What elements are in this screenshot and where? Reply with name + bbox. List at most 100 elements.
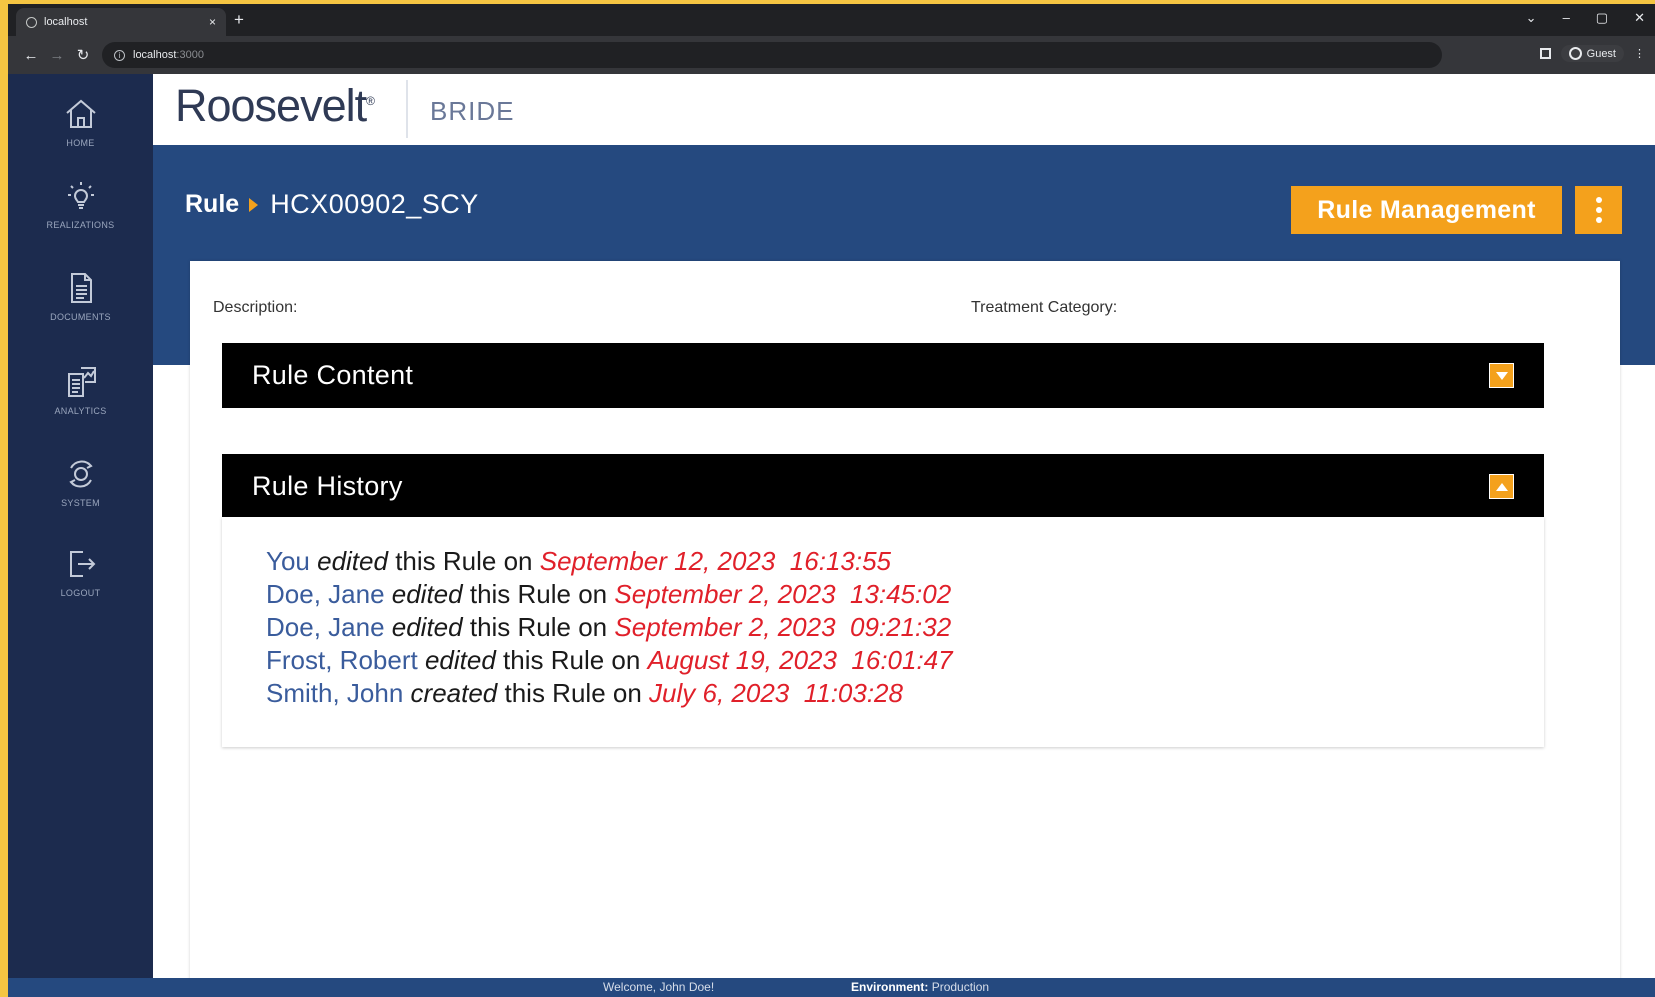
history-timestamp: September 12, 2023 16:13:55 [539, 546, 892, 576]
browser-chrome: localhost × + ⌄ – ▢ ✕ ← → ↻ i localhost … [8, 4, 1655, 74]
url-host: localhost [133, 49, 177, 61]
kebab-dot [1595, 217, 1602, 223]
list-item: Frost, Robert edited this Rule on August… [266, 644, 1544, 677]
lightbulb-icon [67, 182, 94, 209]
back-icon[interactable]: ← [18, 47, 44, 64]
section-title: Rule Content [252, 360, 414, 390]
reload-icon[interactable]: ↻ [70, 46, 96, 64]
description-label: Description: [213, 299, 298, 316]
history-text: this Rule on [503, 645, 641, 675]
history-timestamp: September 2, 2023 13:45:02 [614, 579, 952, 609]
list-item: Doe, Jane edited this Rule on September … [266, 611, 1544, 644]
logo-text: Roosevelt [175, 80, 367, 131]
restore-icon[interactable]: ▢ [1596, 10, 1608, 26]
browser-tab[interactable]: localhost × [16, 8, 226, 36]
history-user[interactable]: Doe, Jane [266, 579, 385, 609]
rule-management-button[interactable]: Rule Management [1291, 186, 1562, 234]
sidebar: HOME REALIZATIONS DOCUMENTS ANALYTICS SY… [8, 74, 153, 997]
history-action: edited [391, 612, 463, 642]
history-text: this Rule on [504, 678, 642, 708]
system-icon [68, 460, 93, 488]
new-tab-button[interactable]: + [234, 10, 244, 30]
url-port: :3000 [176, 49, 204, 61]
profile-button[interactable]: Guest [1560, 45, 1624, 62]
kebab-dot [1595, 207, 1602, 213]
sidebar-item-label: DOCUMENTS [50, 312, 111, 322]
analytics-icon [67, 367, 96, 397]
rule-content-header[interactable]: Rule Content [222, 343, 1544, 408]
more-options-button[interactable] [1575, 186, 1622, 234]
side-panel-icon[interactable] [1539, 48, 1551, 59]
tab-strip: localhost × + ⌄ – ▢ ✕ [8, 4, 1655, 36]
history-timestamp: September 2, 2023 09:21:32 [614, 612, 952, 642]
browser-menu-icon[interactable]: ⋮ [1634, 47, 1645, 60]
breadcrumb: Rule HCX00902_SCY [185, 189, 479, 220]
profile-label: Guest [1586, 47, 1616, 60]
sidebar-item-label: LOGOUT [60, 588, 101, 598]
section-title: Rule History [252, 471, 403, 501]
browser-toolbar: ← → ↻ i localhost :3000 Guest ⋮ [8, 36, 1655, 74]
sidebar-item-documents[interactable]: DOCUMENTS [8, 270, 153, 350]
sidebar-item-label: REALIZATIONS [46, 220, 115, 230]
history-user[interactable]: You [266, 546, 310, 576]
forward-icon[interactable]: → [44, 47, 70, 64]
logout-icon [69, 551, 95, 577]
collapse-icon[interactable] [1489, 474, 1514, 499]
history-timestamp: August 19, 2023 16:01:47 [647, 645, 953, 675]
sidebar-item-logout[interactable]: LOGOUT [8, 546, 153, 626]
minimize-icon[interactable]: – [1563, 10, 1570, 26]
tab-search-icon[interactable]: ⌄ [1526, 10, 1537, 26]
history-user[interactable]: Frost, Robert [266, 645, 418, 675]
environment-status: Environment: Production [851, 980, 989, 994]
toolbar-right: Guest ⋮ [1539, 45, 1645, 62]
history-text: this Rule on [469, 579, 608, 609]
sidebar-item-system[interactable]: SYSTEM [8, 456, 153, 536]
history-text: this Rule on [395, 546, 533, 576]
environment-label: Environment: [851, 980, 929, 994]
status-footer: Welcome, John Doe! Environment: Producti… [8, 978, 1655, 997]
history-action: edited [424, 645, 496, 675]
home-icon [65, 99, 96, 128]
app-header: Roosevelt® BRIDE [153, 74, 1655, 145]
expand-icon[interactable] [1489, 363, 1514, 388]
avatar-icon [1568, 47, 1582, 60]
welcome-text: Welcome, John Doe! [603, 980, 715, 994]
page-title: HCX00902_SCY [270, 189, 479, 219]
sidebar-item-home[interactable]: HOME [8, 96, 153, 176]
caret-up-icon [1495, 482, 1508, 491]
history-action: edited [317, 546, 388, 576]
treatment-category-label: Treatment Category: [971, 299, 1118, 316]
window-controls: ⌄ – ▢ ✕ [1526, 10, 1645, 26]
breadcrumb-arrow-icon [249, 197, 259, 212]
history-user[interactable]: Smith, John [266, 678, 403, 708]
sidebar-item-label: SYSTEM [61, 498, 100, 508]
list-item: Smith, John created this Rule on July 6,… [266, 677, 1544, 710]
sidebar-item-analytics[interactable]: ANALYTICS [8, 364, 153, 444]
globe-icon [26, 16, 37, 28]
history-user[interactable]: Doe, Jane [266, 612, 385, 642]
document-icon [70, 273, 92, 303]
site-info-icon[interactable]: i [114, 49, 125, 61]
environment-value: Production [931, 980, 990, 994]
close-window-icon[interactable]: ✕ [1634, 10, 1645, 26]
sidebar-item-realizations[interactable]: REALIZATIONS [8, 178, 153, 258]
history-action: created [410, 678, 498, 708]
history-action: edited [391, 579, 463, 609]
sidebar-item-label: ANALYTICS [54, 406, 107, 416]
address-bar[interactable]: i localhost :3000 [102, 42, 1442, 68]
roosevelt-logo[interactable]: Roosevelt® [175, 80, 375, 132]
rule-history-header[interactable]: Rule History [222, 454, 1544, 519]
sidebar-item-label: HOME [66, 138, 95, 148]
registered-mark: ® [366, 94, 375, 108]
logo-divider [406, 80, 408, 138]
list-item: You edited this Rule on September 12, 20… [266, 545, 1544, 578]
rule-detail-card: Description: Treatment Category: Rule Co… [190, 261, 1620, 997]
breadcrumb-root[interactable]: Rule [185, 190, 239, 219]
rule-history-list: You edited this Rule on September 12, 20… [222, 517, 1544, 747]
product-name: BRIDE [430, 96, 515, 126]
history-timestamp: July 6, 2023 11:03:28 [649, 678, 903, 708]
caret-down-icon [1495, 371, 1508, 380]
kebab-dot [1595, 197, 1602, 203]
page-viewport: HOME REALIZATIONS DOCUMENTS ANALYTICS SY… [8, 74, 1655, 997]
close-tab-icon[interactable]: × [209, 15, 216, 29]
